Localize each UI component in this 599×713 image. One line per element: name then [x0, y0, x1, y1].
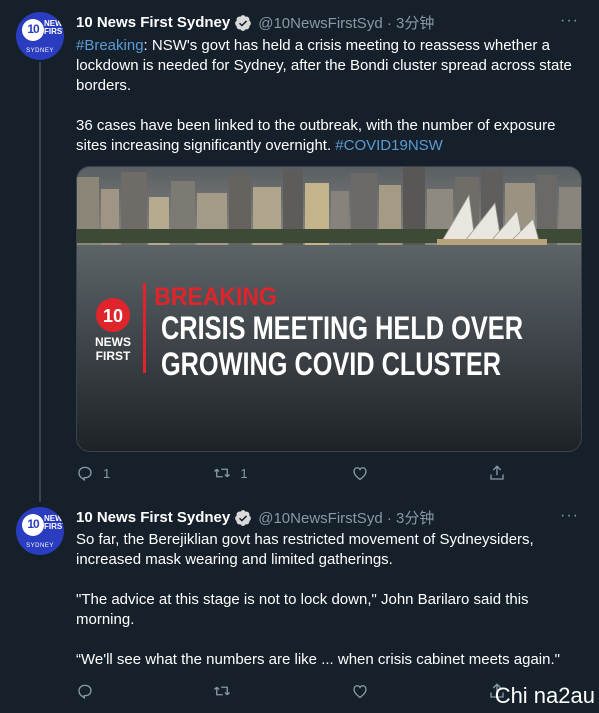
retweet-button[interactable]	[213, 682, 350, 700]
heart-icon	[352, 467, 367, 481]
share-button[interactable]	[488, 464, 506, 482]
like-button[interactable]	[351, 682, 488, 700]
thread-connector-line	[39, 62, 41, 502]
share-icon	[490, 465, 504, 480]
avatar-logo-sydney: SYDNEY	[26, 48, 54, 54]
avatar-logo-ten: 10	[27, 22, 39, 36]
retweet-count: 1	[240, 465, 248, 481]
tweet-text-part: : NSW's govt has held a crisis meeting t…	[76, 37, 576, 94]
reply-icon	[78, 466, 92, 482]
tweet-paragraph: So far, the Berejiklian govt has restric…	[76, 531, 538, 568]
retweet-icon	[214, 686, 231, 696]
headline-line-2: GROWING COVID CLUSTER	[161, 346, 501, 382]
tweet-header: 10 News First Sydney @10NewsFirstSyd · 3…	[76, 507, 434, 528]
tweet-media-image[interactable]: 10 NEWS FIRST BREAKING CRISIS MEETING HE…	[76, 166, 582, 452]
like-button[interactable]	[351, 464, 488, 482]
more-options-button[interactable]: ···	[560, 507, 579, 525]
avatar-logo-ten: 10	[27, 517, 39, 531]
retweet-button[interactable]: 1	[213, 464, 350, 482]
tweet-actions: 1 1	[76, 464, 506, 482]
verified-badge-icon	[235, 509, 252, 526]
news-broadcast-graphic: 10 NEWS FIRST BREAKING CRISIS MEETING HE…	[77, 167, 581, 451]
verified-badge-icon	[235, 14, 252, 31]
tweet-text: #Breaking: NSW's govt has held a crisis …	[76, 36, 581, 156]
reply-count: 1	[103, 465, 111, 481]
hashtag-covid19nsw[interactable]: #COVID19NSW	[335, 137, 443, 154]
breaking-label: BREAKING	[154, 283, 277, 311]
ten-logo-news: NEWS	[95, 335, 131, 349]
more-options-button[interactable]: ···	[560, 12, 579, 30]
reply-icon	[78, 684, 92, 700]
avatar-logo-sydney: SYDNEY	[26, 543, 54, 549]
tweet-paragraph: "The advice at this stage is not to lock…	[76, 591, 533, 628]
avatar-logo-text: NEWSFIRST	[44, 19, 64, 36]
ten-logo-first: FIRST	[96, 349, 131, 363]
reply-button[interactable]: 1	[76, 464, 213, 482]
tweet-paragraph: “We'll see what the numbers are like ...…	[76, 651, 560, 668]
heart-icon	[352, 685, 367, 699]
headline-line-1: CRISIS MEETING HELD OVER	[161, 310, 523, 346]
hashtag-breaking[interactable]: #Breaking	[76, 37, 144, 54]
tweet-actions	[76, 682, 506, 700]
author-handle-and-time[interactable]: @10NewsFirstSyd · 3分钟	[258, 12, 434, 33]
ten-logo-number: 10	[103, 306, 123, 326]
author-handle-and-time[interactable]: @10NewsFirstSyd · 3分钟	[258, 507, 434, 528]
retweet-icon	[214, 468, 231, 478]
reply-button[interactable]	[76, 682, 213, 700]
author-name[interactable]: 10 News First Sydney	[76, 509, 230, 526]
avatar[interactable]: 10 NEWSFIRST SYDNEY	[16, 12, 64, 60]
author-name[interactable]: 10 News First Sydney	[76, 14, 230, 31]
watermark: Chi na2au	[494, 683, 595, 708]
avatar-logo-text: NEWSFIRST	[44, 514, 64, 531]
tweet-text: So far, the Berejiklian govt has restric…	[76, 530, 581, 670]
tweet-text-part: 36 cases have been linked to the outbrea…	[76, 117, 560, 154]
red-divider	[143, 283, 146, 373]
tweet-header: 10 News First Sydney @10NewsFirstSyd · 3…	[76, 12, 434, 33]
avatar[interactable]: 10 NEWSFIRST SYDNEY	[16, 507, 64, 555]
